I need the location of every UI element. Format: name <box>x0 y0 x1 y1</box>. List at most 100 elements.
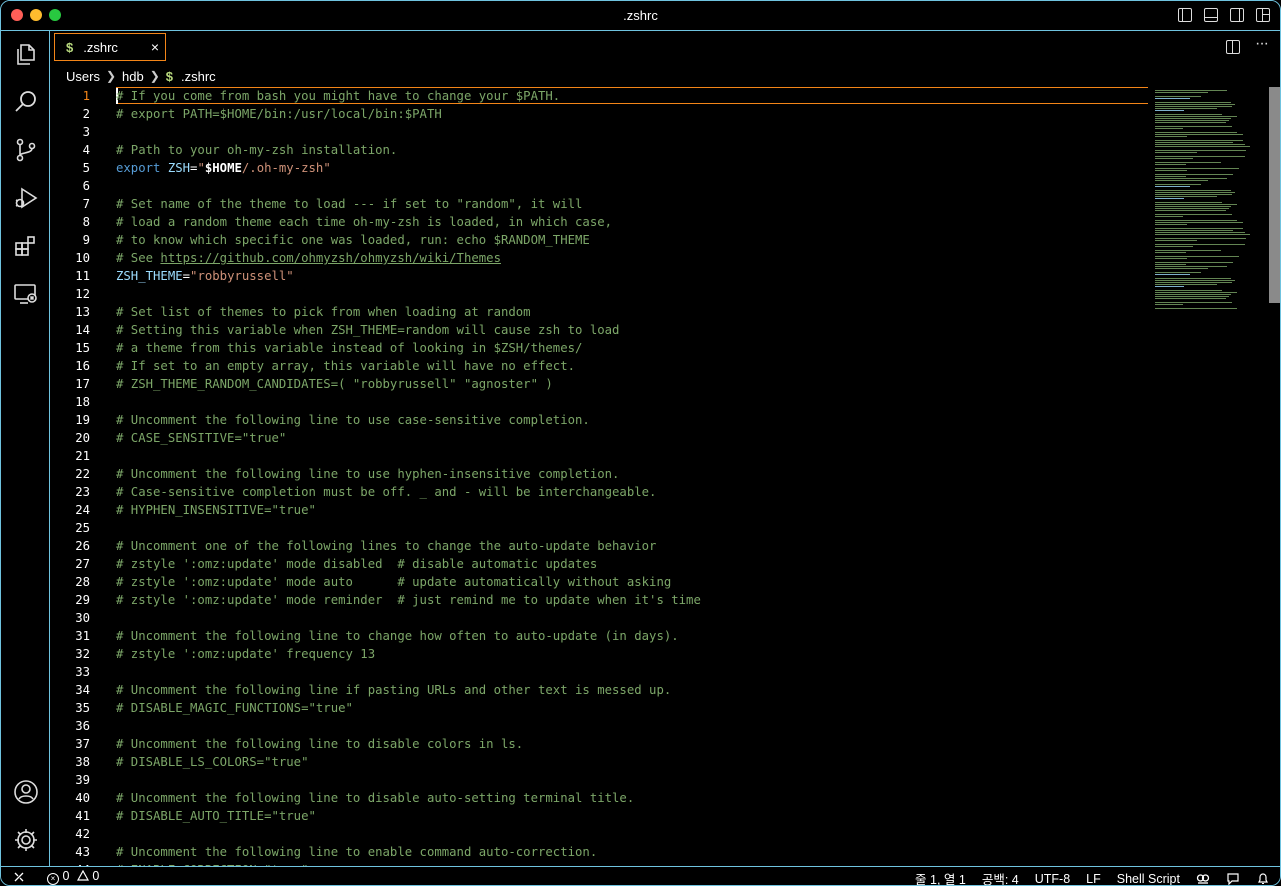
toggle-primary-sidebar-icon[interactable] <box>1178 8 1192 22</box>
feedback-icon[interactable] <box>1226 872 1240 885</box>
code-line[interactable]: 3 <box>50 123 1148 141</box>
code-line[interactable]: 9 # to know which specific one was loaded… <box>50 231 1148 249</box>
code-line[interactable]: 12 <box>50 285 1148 303</box>
copilot-icon[interactable] <box>1196 872 1210 885</box>
code-line[interactable]: 16 # If set to an empty array, this varia… <box>50 357 1148 375</box>
code-line[interactable]: 24 # HYPHEN_INSENSITIVE="true" <box>50 501 1148 519</box>
line-content: # DISABLE_LS_COLORS="true" <box>116 755 309 769</box>
minimap-line <box>1155 98 1190 99</box>
warning-count: 0 <box>92 869 100 883</box>
code-line[interactable]: 7 # Set name of the theme to load --- if … <box>50 195 1148 213</box>
notifications-bell-icon[interactable] <box>1256 872 1270 885</box>
code-line[interactable]: 30 <box>50 609 1148 627</box>
explorer-icon[interactable] <box>13 41 39 67</box>
code-line[interactable]: 8 # load a random theme each time oh-my-z… <box>50 213 1148 231</box>
minimap-line <box>1155 174 1233 175</box>
code-line[interactable]: 19 # Uncomment the following line to use … <box>50 411 1148 429</box>
line-content: # Uncomment the following line to enable… <box>116 845 598 859</box>
minimap-line <box>1155 214 1232 215</box>
code-line[interactable]: 1 # If you come from bash you might have … <box>50 87 1148 105</box>
line-number: 17 <box>75 377 90 391</box>
code-line[interactable]: 32 # zstyle ':omz:update' frequency 13 <box>50 645 1148 663</box>
more-actions-icon[interactable]: ··· <box>1255 35 1269 53</box>
code-line[interactable]: 4 # Path to your oh-my-zsh installation. <box>50 141 1148 159</box>
code-line[interactable]: 37 # Uncomment the following line to disa… <box>50 735 1148 753</box>
code-line[interactable]: 43 # Uncomment the following line to enab… <box>50 843 1148 861</box>
source-control-icon[interactable] <box>13 137 39 163</box>
code-line[interactable]: 18 <box>50 393 1148 411</box>
code-line[interactable]: 36 <box>50 717 1148 735</box>
minimap-line <box>1155 110 1184 111</box>
code-line[interactable]: 23 # Case-sensitive completion must be of… <box>50 483 1148 501</box>
breadcrumb-users[interactable]: Users <box>66 69 100 84</box>
toggle-secondary-sidebar-icon[interactable] <box>1230 8 1244 22</box>
chevron-right-icon: ❯ <box>105 69 117 83</box>
minimap-line <box>1155 266 1227 267</box>
minimap-line <box>1155 122 1226 123</box>
minimap-line <box>1155 222 1243 223</box>
remote-explorer-icon[interactable] <box>13 281 39 307</box>
minimap-line <box>1155 190 1231 191</box>
code-line[interactable]: 26 # Uncomment one of the following lines… <box>50 537 1148 555</box>
code-line[interactable]: 10 # See https://github.com/ohmyzsh/ohmyz… <box>50 249 1148 267</box>
minimap[interactable] <box>1151 87 1269 867</box>
minimap-line <box>1155 186 1190 187</box>
code-line[interactable]: 38 # DISABLE_LS_COLORS="true" <box>50 753 1148 771</box>
code-editor[interactable]: 1 # If you come from bash you might have … <box>50 87 1148 867</box>
minimap-line <box>1155 184 1201 185</box>
settings-gear-icon[interactable] <box>13 827 39 853</box>
language-mode[interactable]: Shell Script <box>1117 872 1180 886</box>
remote-indicator-icon[interactable] <box>13 871 25 883</box>
code-line[interactable]: 31 # Uncomment the following line to chan… <box>50 627 1148 645</box>
code-line[interactable]: 28 # zstyle ':omz:update' mode auto # upd… <box>50 573 1148 591</box>
code-line[interactable]: 15 # a theme from this variable instead o… <box>50 339 1148 357</box>
customize-layout-icon[interactable] <box>1256 8 1270 22</box>
cursor-position[interactable]: 줄 1, 열 1 <box>915 869 966 885</box>
line-content: # zstyle ':omz:update' mode disabled # d… <box>116 557 598 571</box>
line-number: 32 <box>75 647 90 661</box>
run-and-debug-icon[interactable] <box>13 185 39 211</box>
toggle-panel-icon[interactable] <box>1204 8 1218 22</box>
tab-zshrc[interactable]: $ .zshrc × <box>54 33 166 61</box>
code-line[interactable]: 5 export ZSH="$HOME/.oh-my-zsh" <box>50 159 1148 177</box>
code-line[interactable]: 6 <box>50 177 1148 195</box>
error-icon: × <box>47 873 59 885</box>
indentation[interactable]: 공백: 4 <box>982 869 1019 885</box>
code-line[interactable]: 13 # Set list of themes to pick from when… <box>50 303 1148 321</box>
code-line[interactable]: 11 ZSH_THEME="robbyrussell" <box>50 267 1148 285</box>
breadcrumb-file[interactable]: .zshrc <box>181 69 216 84</box>
code-line[interactable]: 35 # DISABLE_MAGIC_FUNCTIONS="true" <box>50 699 1148 717</box>
vertical-scrollbar[interactable] <box>1269 87 1280 303</box>
chevron-right-icon: ❯ <box>149 69 160 83</box>
search-icon[interactable] <box>13 89 39 115</box>
code-line[interactable]: 22 # Uncomment the following line to use … <box>50 465 1148 483</box>
line-number: 10 <box>75 251 90 265</box>
split-editor-icon[interactable] <box>1226 40 1240 54</box>
account-icon[interactable] <box>13 779 39 805</box>
code-line[interactable]: 33 <box>50 663 1148 681</box>
extensions-icon[interactable] <box>13 233 39 259</box>
code-line[interactable]: 34 # Uncomment the following line if past… <box>50 681 1148 699</box>
code-line[interactable]: 41 # DISABLE_AUTO_TITLE="true" <box>50 807 1148 825</box>
problems-indicator[interactable]: × 0 0 <box>47 869 100 885</box>
code-line[interactable]: 2 # export PATH=$HOME/bin:/usr/local/bin:… <box>50 105 1148 123</box>
minimap-line <box>1155 192 1236 193</box>
close-tab-icon[interactable]: × <box>151 39 159 55</box>
editor-window: .zshrc $ .zshrc × ··· Users ❯ hdb ❯ $ .z… <box>0 0 1281 886</box>
code-line[interactable]: 42 <box>50 825 1148 843</box>
code-line[interactable]: 14 # Setting this variable when ZSH_THEME… <box>50 321 1148 339</box>
code-line[interactable]: 21 <box>50 447 1148 465</box>
code-line[interactable]: 17 # ZSH_THEME_RANDOM_CANDIDATES=( "robby… <box>50 375 1148 393</box>
file-encoding[interactable]: UTF-8 <box>1035 872 1070 886</box>
code-line[interactable]: 25 <box>50 519 1148 537</box>
code-line[interactable]: 27 # zstyle ':omz:update' mode disabled #… <box>50 555 1148 573</box>
minimap-line <box>1155 292 1237 293</box>
code-line[interactable]: 40 # Uncomment the following line to disa… <box>50 789 1148 807</box>
end-of-line[interactable]: LF <box>1086 872 1101 886</box>
code-line[interactable]: 20 # CASE_SENSITIVE="true" <box>50 429 1148 447</box>
breadcrumb-hdb[interactable]: hdb <box>122 69 144 84</box>
code-line[interactable]: 29 # zstyle ':omz:update' mode reminder #… <box>50 591 1148 609</box>
line-content: # If you come from bash you might have t… <box>116 89 561 103</box>
code-line[interactable]: 39 <box>50 771 1148 789</box>
minimap-line <box>1155 210 1226 211</box>
